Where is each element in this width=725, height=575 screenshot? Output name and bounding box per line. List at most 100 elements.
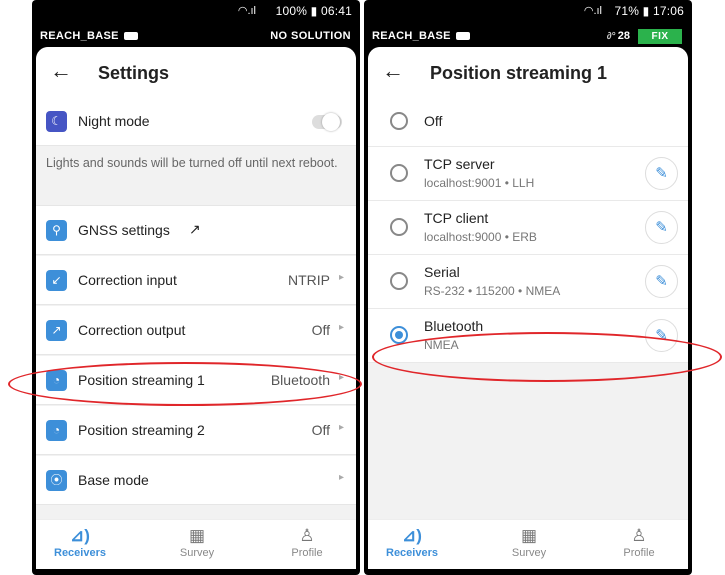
page-title: Settings	[98, 63, 170, 83]
device-name: REACH_BASE	[372, 30, 470, 42]
position-streaming-screen: ◠.ıl 71% ▮ 17:06 REACH_BASE ∂° 28 FIX ← P…	[364, 0, 692, 575]
antenna-icon: ⦿	[46, 470, 67, 491]
option-tcp-client[interactable]: TCP client localhost:9000 • ERB ✎	[368, 201, 688, 255]
night-mode-row[interactable]: ☾ Night mode	[36, 97, 356, 146]
status-bar: ◠.ıl 71% ▮ 17:06	[364, 0, 692, 21]
profile-icon: ♙	[299, 526, 315, 545]
nav-survey[interactable]: ▦ Survey	[152, 525, 242, 559]
radio-button[interactable]	[390, 218, 408, 236]
nav-label: Profile	[291, 547, 323, 559]
option-serial[interactable]: Serial RS-232 • 115200 • NMEA ✎	[368, 255, 688, 309]
arrow-down-left-icon: ↙	[46, 270, 67, 291]
arrow-up-right-icon: ↗	[46, 320, 67, 341]
survey-icon: ▦	[188, 526, 206, 545]
option-title: Off	[424, 113, 443, 129]
device-name: REACH_BASE	[40, 30, 138, 42]
wifi-icon: ◠.ıl	[583, 5, 602, 17]
radio-button[interactable]	[390, 272, 408, 290]
nav-survey[interactable]: ▦ Survey	[484, 525, 574, 559]
option-title: TCP server	[424, 156, 495, 172]
nav-receivers[interactable]: ⊿) Receivers	[36, 525, 125, 559]
nav-label: Receivers	[54, 547, 106, 559]
nav-label: Receivers	[386, 547, 438, 559]
profile-icon: ♙	[631, 526, 647, 545]
satellite-count: ∂° 28	[606, 30, 630, 42]
radio-button[interactable]	[390, 112, 408, 130]
satellite-icon: ∂°	[606, 31, 616, 42]
nav-label: Survey	[511, 547, 547, 559]
settings-row-label: Correction output	[78, 322, 186, 338]
option-title: TCP client	[424, 210, 489, 226]
settings-row-label: Position streaming 2	[78, 422, 205, 438]
settings-row-position-streaming-1[interactable]: ◔ Position streaming 1 Bluetooth ▸	[36, 356, 356, 405]
chevron-right-icon: ▸	[338, 372, 344, 383]
option-subtitle: NMEA	[424, 338, 459, 352]
night-mode-label: Night mode	[78, 113, 150, 129]
solution-status: NO SOLUTION	[270, 30, 351, 42]
settings-row-correction-input[interactable]: ↙ Correction input NTRIP ▸	[36, 256, 356, 305]
receivers-icon: ⊿)	[70, 526, 90, 545]
edit-pencil-icon[interactable]: ✎	[645, 319, 678, 352]
edit-pencil-icon[interactable]: ✎	[645, 265, 678, 298]
back-arrow-icon[interactable]: ←	[50, 58, 72, 84]
radio-button[interactable]	[390, 326, 408, 344]
nav-profile[interactable]: ♙ Profile	[262, 525, 352, 559]
edit-pencil-icon[interactable]: ✎	[645, 211, 678, 244]
header: ← Position streaming 1	[368, 47, 688, 97]
settings-row-gnss-settings[interactable]: ⚲ GNSS settings ↗	[36, 206, 356, 255]
nav-receivers[interactable]: ⊿) Receivers	[368, 525, 457, 559]
settings-row-label: Base mode	[78, 472, 149, 488]
moon-icon: ☾	[46, 111, 67, 132]
option-title: Bluetooth	[424, 318, 484, 334]
option-title: Serial	[424, 264, 460, 280]
fix-badge: FIX	[638, 29, 682, 44]
receiver-icon	[455, 32, 470, 41]
settings-row-value: Off	[311, 322, 330, 338]
toggle-knob	[322, 113, 340, 131]
chevron-right-icon: ▸	[338, 322, 344, 333]
bottom-nav: ⊿) Receivers ▦ Survey ♙ Profile	[368, 519, 688, 569]
settings-row-correction-output[interactable]: ↗ Correction output Off ▸	[36, 306, 356, 355]
page-title: Position streaming 1	[430, 63, 608, 83]
settings-sheet: ← Settings ☾ Night mode Lights and sound…	[36, 47, 356, 569]
settings-row-label: Correction input	[78, 272, 177, 288]
settings-row-value: Bluetooth	[270, 372, 330, 388]
option-subtitle: localhost:9001 • LLH	[424, 176, 535, 190]
option-bluetooth[interactable]: Bluetooth NMEA ✎	[368, 309, 688, 363]
chevron-right-icon: ▸	[338, 472, 344, 483]
receivers-icon: ⊿)	[402, 526, 422, 545]
status-text: 100% ▮ 06:41	[275, 4, 352, 18]
settings-screen: ◠.ıl 100% ▮ 06:41 REACH_BASE NO SOLUTION…	[32, 0, 360, 575]
chevron-right-icon: ▸	[338, 422, 344, 433]
header: ← Settings	[36, 47, 356, 97]
settings-row-position-streaming-2[interactable]: ◔ Position streaming 2 Off ▸	[36, 406, 356, 455]
settings-row-value: Off	[311, 422, 330, 438]
nav-label: Survey	[179, 547, 215, 559]
option-subtitle: RS-232 • 115200 • NMEA	[424, 284, 561, 298]
satellite-icon: ⚲	[46, 220, 67, 241]
survey-icon: ▦	[520, 526, 538, 545]
radio-button[interactable]	[390, 164, 408, 182]
status-text: 71% ▮ 17:06	[614, 4, 684, 18]
device-bar[interactable]: REACH_BASE ∂° 28 FIX	[364, 22, 692, 46]
external-link-icon: ↗	[189, 221, 201, 237]
nav-profile[interactable]: ♙ Profile	[594, 525, 684, 559]
device-bar[interactable]: REACH_BASE NO SOLUTION	[32, 22, 360, 46]
option-tcp-server[interactable]: TCP server localhost:9001 • LLH ✎	[368, 147, 688, 201]
stream-icon: ◔	[46, 370, 67, 391]
edit-pencil-icon[interactable]: ✎	[645, 157, 678, 190]
night-mode-toggle[interactable]	[312, 113, 342, 131]
option-subtitle: localhost:9000 • ERB	[424, 230, 537, 244]
settings-row-label: GNSS settings	[78, 222, 170, 238]
stream-icon: ◔	[46, 420, 67, 441]
back-arrow-icon[interactable]: ←	[382, 58, 404, 84]
settings-row-base-mode[interactable]: ⦿ Base mode ▸	[36, 456, 356, 505]
option-off[interactable]: Off	[368, 97, 688, 147]
nav-label: Profile	[623, 547, 655, 559]
streaming-sheet: ← Position streaming 1 Off TCP server loca…	[368, 47, 688, 569]
status-bar: ◠.ıl 100% ▮ 06:41	[32, 0, 360, 21]
settings-row-label: Position streaming 1	[78, 372, 205, 388]
night-mode-info: Lights and sounds will be turned off unt…	[36, 146, 356, 206]
chevron-right-icon: ▸	[338, 272, 344, 283]
streaming-options: Off TCP server localhost:9001 • LLH ✎ TCP cl…	[368, 97, 688, 363]
